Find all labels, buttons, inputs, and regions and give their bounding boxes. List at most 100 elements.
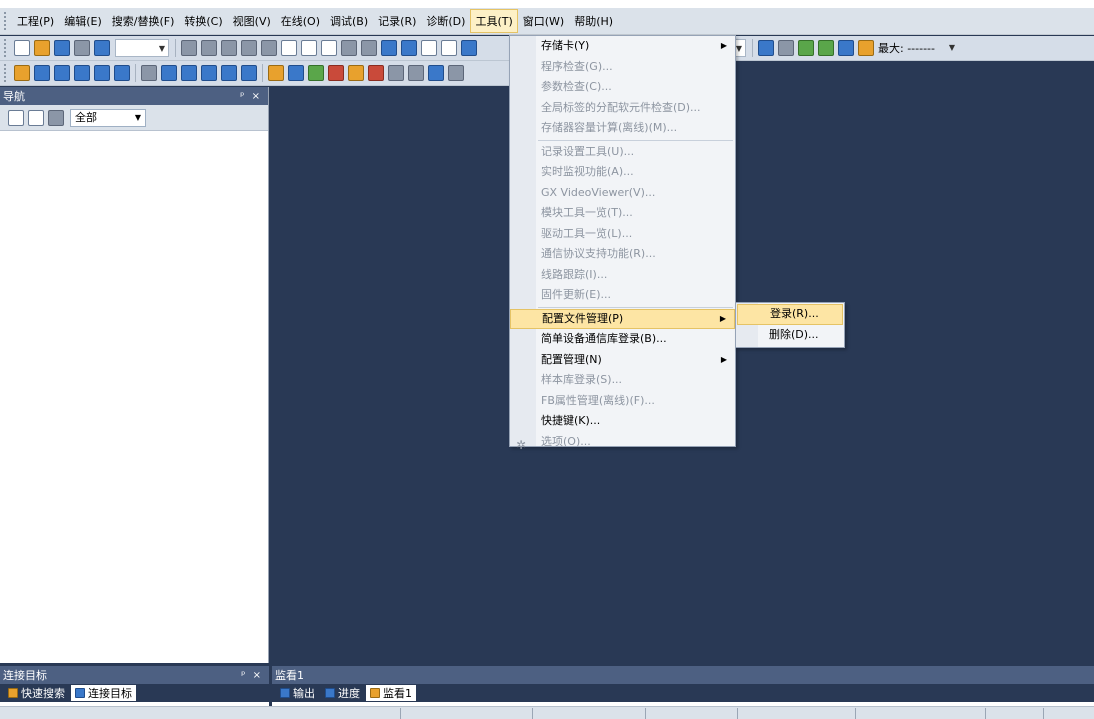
- menu-item-label: 记录设置工具(U)...: [541, 144, 635, 158]
- tab-watch1[interactable]: 监看1: [366, 685, 416, 701]
- write-plc-icon[interactable]: [381, 40, 397, 56]
- menu-item-register[interactable]: 登录(R)...: [737, 304, 843, 325]
- menu-debug[interactable]: 调试(B): [325, 9, 373, 33]
- menu-item-program-check[interactable]: 程序检查(G)...: [510, 57, 735, 78]
- menu-convert[interactable]: 转换(C): [179, 9, 227, 33]
- check-ok-icon[interactable]: [798, 40, 814, 56]
- status-divider: [985, 708, 986, 719]
- toolbar-grip[interactable]: [4, 39, 8, 57]
- monitor-stop-icon[interactable]: [441, 40, 457, 56]
- menu-window[interactable]: 窗口(W): [518, 9, 569, 33]
- list-view-icon[interactable]: [28, 109, 44, 126]
- tab-connection-target[interactable]: 连接目标: [71, 685, 136, 701]
- parameter-icon[interactable]: [288, 65, 304, 81]
- menu-item-memory-card[interactable]: 存储卡(Y) ▶: [510, 36, 735, 57]
- verify-icon[interactable]: [461, 40, 477, 56]
- menu-item-global-label-check[interactable]: 全局标签的分配软元件检查(D)...: [510, 98, 735, 119]
- zoom-icon[interactable]: [408, 65, 424, 81]
- trace-icon[interactable]: [368, 65, 384, 81]
- stop-icon[interactable]: [778, 40, 794, 56]
- tree-view-icon[interactable]: [8, 109, 24, 126]
- paste-icon[interactable]: [221, 40, 237, 56]
- cut-icon[interactable]: [181, 40, 197, 56]
- simulation-icon[interactable]: [388, 65, 404, 81]
- menu-item-shortcut-keys[interactable]: 快捷键(K)...: [510, 411, 735, 432]
- menu-view[interactable]: 视图(V): [228, 9, 276, 33]
- menu-item-sample-library[interactable]: 样本库登录(S)...: [510, 370, 735, 391]
- monitor-start-icon[interactable]: [421, 40, 437, 56]
- tab-progress[interactable]: 进度: [321, 685, 364, 701]
- check-ok-2-icon[interactable]: [818, 40, 834, 56]
- error-icon[interactable]: [328, 65, 344, 81]
- menu-item-line-trace[interactable]: 线路跟踪(I)...: [510, 265, 735, 286]
- comment-icon[interactable]: [428, 65, 444, 81]
- menu-item-logging-tool[interactable]: 记录设置工具(U)...: [510, 142, 735, 163]
- menu-item-firmware-update[interactable]: 固件更新(E)...: [510, 285, 735, 306]
- ladder-view-icon[interactable]: [34, 65, 50, 81]
- tab-quick-search[interactable]: 快速搜索: [4, 685, 69, 701]
- menu-item-fb-property[interactable]: FB属性管理(离线)(F)...: [510, 391, 735, 412]
- compile-icon[interactable]: [341, 40, 357, 56]
- device-list-icon[interactable]: [181, 65, 197, 81]
- module-icon[interactable]: [268, 65, 284, 81]
- menu-item-options[interactable]: ✲ 选项(O)...: [510, 432, 735, 453]
- menu-item-video-viewer[interactable]: GX VideoViewer(V)...: [510, 183, 735, 204]
- copy-icon[interactable]: [201, 40, 217, 56]
- new-project-icon[interactable]: [14, 40, 30, 56]
- scan-icon[interactable]: [838, 40, 854, 56]
- max-scan-dropdown[interactable]: ▼: [944, 39, 958, 57]
- cross-reference-icon[interactable]: [161, 65, 177, 81]
- fbd-view-icon[interactable]: [74, 65, 90, 81]
- ladder-edit-icon[interactable]: [301, 40, 317, 56]
- menu-online[interactable]: 在线(O): [276, 9, 325, 33]
- menu-item-parameter-check[interactable]: 参数检查(C)...: [510, 77, 735, 98]
- undo-icon[interactable]: [241, 40, 257, 56]
- menu-tools[interactable]: 工具(T): [470, 9, 518, 33]
- ladder-icon[interactable]: [281, 40, 297, 56]
- connection-icon[interactable]: [758, 40, 774, 56]
- pin-close-buttons[interactable]: ᵖ ×: [240, 91, 262, 102]
- menu-item-module-tool-list[interactable]: 模块工具一览(T)...: [510, 203, 735, 224]
- menu-project[interactable]: 工程(P): [12, 9, 59, 33]
- save-icon[interactable]: [54, 40, 70, 56]
- navigation-filter-select[interactable]: 全部 ▼: [70, 108, 146, 127]
- menu-find-replace[interactable]: 搜索/替换(F): [107, 9, 180, 33]
- print-icon[interactable]: [74, 40, 90, 56]
- device-batch-icon[interactable]: [201, 65, 217, 81]
- convert-icon[interactable]: [361, 40, 377, 56]
- pin-close-buttons[interactable]: ᵖ ×: [241, 670, 263, 681]
- ladder-monitor-icon[interactable]: [321, 40, 337, 56]
- label-view-icon[interactable]: [114, 65, 130, 81]
- menu-edit[interactable]: 编辑(E): [59, 9, 107, 33]
- contact-icon[interactable]: [448, 65, 464, 81]
- open-project-icon[interactable]: [34, 40, 50, 56]
- menu-item-memory-capacity[interactable]: 存储器容量计算(离线)(M)...: [510, 118, 735, 139]
- device-memory-icon[interactable]: [221, 65, 237, 81]
- menu-help[interactable]: 帮助(H): [569, 9, 618, 33]
- read-plc-icon[interactable]: [401, 40, 417, 56]
- sfc-view-icon[interactable]: [94, 65, 110, 81]
- menu-item-driver-tool-list[interactable]: 驱动工具一览(L)...: [510, 224, 735, 245]
- clock-icon[interactable]: [858, 40, 874, 56]
- menu-record[interactable]: 记录(R): [373, 9, 421, 33]
- redo-icon[interactable]: [261, 40, 277, 56]
- menu-item-realtime-monitor[interactable]: 实时监视功能(A)...: [510, 162, 735, 183]
- menubar-grip[interactable]: [4, 12, 8, 30]
- menu-item-device-library-register[interactable]: 简单设备通信库登录(B)...: [510, 329, 735, 350]
- menu-diagnostics[interactable]: 诊断(D): [421, 9, 470, 33]
- toolbar-combo-1[interactable]: ▼: [115, 39, 169, 57]
- menu-item-delete[interactable]: 删除(D)...: [737, 325, 843, 346]
- device-test-icon[interactable]: [241, 65, 257, 81]
- toolbar-grip[interactable]: [4, 64, 8, 82]
- watch-icon[interactable]: [348, 65, 364, 81]
- project-tree-icon[interactable]: [14, 65, 30, 81]
- find-icon[interactable]: [141, 65, 157, 81]
- gear-icon[interactable]: [48, 109, 64, 126]
- menu-item-config-management[interactable]: 配置管理(N) ▶: [510, 350, 735, 371]
- st-view-icon[interactable]: [54, 65, 70, 81]
- tab-output[interactable]: 输出: [276, 685, 319, 701]
- menu-item-protocol-support[interactable]: 通信协议支持功能(R)...: [510, 244, 735, 265]
- diagnostics-icon[interactable]: [308, 65, 324, 81]
- menu-item-profile-management[interactable]: 配置文件管理(P) ▶: [510, 308, 735, 329]
- help-icon[interactable]: [94, 40, 110, 56]
